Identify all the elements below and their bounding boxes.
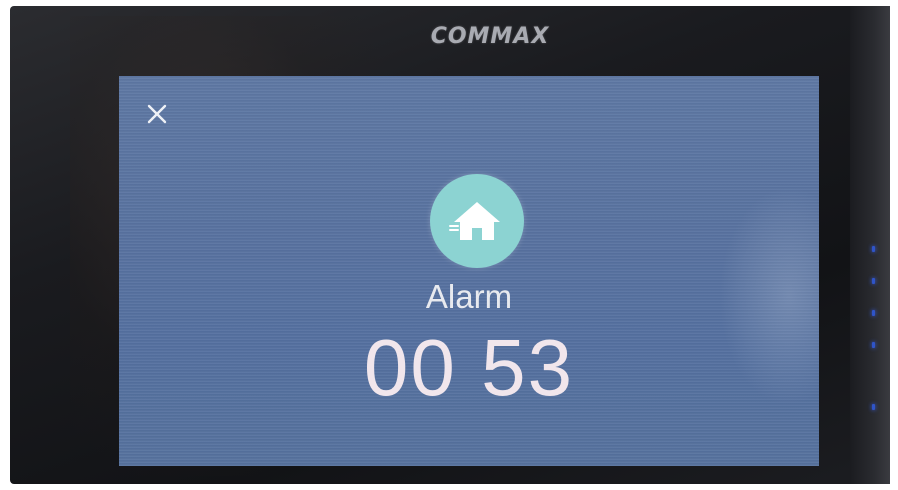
indicator-led: [872, 342, 875, 348]
alarm-timer: 00 53: [363, 323, 575, 412]
indicator-led: [872, 246, 875, 252]
alarm-screen: Alarm 00 53: [119, 76, 819, 466]
indicator-led: [872, 278, 875, 284]
status-icon-circle: [430, 174, 524, 268]
screen-glare: [719, 186, 819, 406]
home-icon: [449, 202, 500, 240]
photo-background: COMMAX Alarm 00 53: [0, 0, 898, 490]
alarm-label: Alarm: [425, 278, 513, 315]
indicator-led: [872, 404, 875, 410]
close-button[interactable]: [143, 100, 171, 128]
close-icon: [147, 104, 167, 124]
brand-logo: COMMAX: [430, 24, 550, 49]
right-bezel: [850, 6, 890, 484]
indicator-led: [872, 310, 875, 316]
